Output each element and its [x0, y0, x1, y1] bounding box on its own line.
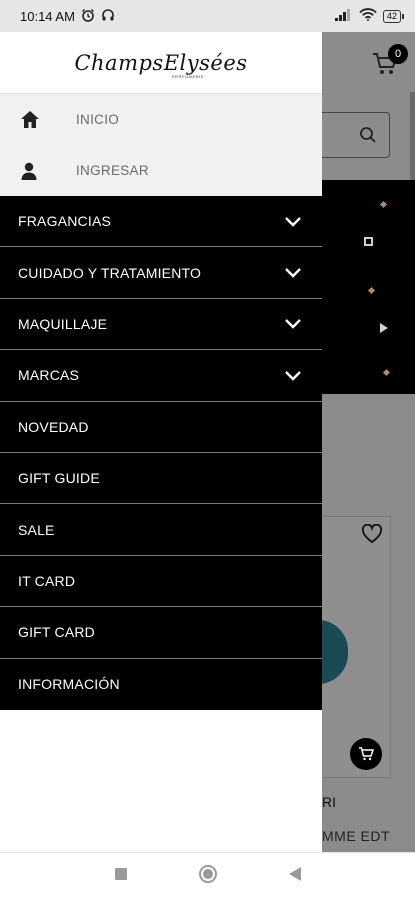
signal-icon [334, 8, 353, 24]
menu-item-label: IT CARD [18, 572, 76, 589]
menu-item-label: NOVEDAD [18, 418, 89, 435]
bg-product-subtitle: MME EDT [322, 828, 391, 844]
menu-item-sale[interactable]: SALE [0, 504, 322, 556]
headset-icon [101, 8, 115, 25]
logo-text: ChampsElysées [74, 50, 248, 75]
accent-dot [379, 200, 388, 209]
search-icon [359, 126, 377, 149]
add-to-cart-button[interactable] [350, 738, 382, 770]
logo-subtitle: PERFUMERIE [172, 74, 205, 79]
chevron-down-icon[interactable] [284, 318, 302, 330]
chevron-down-icon[interactable] [284, 370, 302, 381]
wifi-icon [359, 8, 377, 24]
menu-item-informacion[interactable]: INFORMACIÓN [0, 659, 322, 710]
user-icon [0, 162, 76, 180]
drawer-item-ingresar[interactable]: INGRESAR [0, 145, 322, 196]
square-icon [364, 237, 373, 246]
menu-item-label: GIFT GUIDE [18, 470, 100, 487]
accent-dot [382, 368, 391, 377]
system-nav-bar [0, 852, 415, 900]
menu-item-label: INFORMACIÓN [18, 676, 120, 693]
menu-item-fragancias[interactable]: FRAGANCIAS [0, 196, 322, 248]
menu-item-it-card[interactable]: IT CARD [0, 556, 322, 608]
drawer-item-label: INICIO [76, 112, 120, 127]
recents-icon[interactable] [114, 867, 128, 886]
accent-dot [367, 286, 376, 295]
menu-item-gift-card[interactable]: GIFT CARD [0, 607, 322, 659]
category-menu: FRAGANCIAS CUIDADO Y TRATAMIENTO MAQUILL… [0, 196, 322, 710]
menu-item-label: MAQUILLAJE [18, 315, 108, 332]
bg-product-name: RI [322, 794, 336, 810]
brand-logo[interactable]: ChampsElysées PERFUMERIE [0, 32, 322, 94]
heart-icon[interactable] [361, 523, 383, 549]
menu-item-marcas[interactable]: MARCAS [0, 350, 322, 402]
cart-count-badge: 0 [388, 44, 408, 64]
menu-item-cuidado-y-tratamiento[interactable]: CUIDADO Y TRATAMIENTO [0, 247, 322, 299]
status-time: 10:14 AM [20, 8, 75, 24]
menu-item-label: GIFT CARD [18, 624, 95, 641]
menu-item-label: FRAGANCIAS [18, 213, 112, 230]
status-bar: 10:14 AM 42 [0, 0, 415, 32]
drawer-item-inicio[interactable]: INICIO [0, 94, 322, 145]
navigation-drawer: ChampsElysées PERFUMERIE INICIO INGRESAR… [0, 32, 322, 852]
drawer-top-section: INICIO INGRESAR [0, 94, 322, 196]
menu-item-novedad[interactable]: NOVEDAD [0, 402, 322, 453]
menu-item-maquillaje[interactable]: MAQUILLAJE [0, 299, 322, 351]
menu-item-label: SALE [18, 521, 55, 538]
menu-item-gift-guide[interactable]: GIFT GUIDE [0, 453, 322, 505]
play-icon [380, 320, 388, 338]
chevron-down-icon[interactable] [284, 216, 302, 227]
chevron-down-icon[interactable] [284, 267, 302, 278]
battery-icon: 42 [382, 9, 405, 23]
menu-item-label: CUIDADO Y TRATAMIENTO [18, 264, 202, 281]
home-icon [0, 110, 76, 129]
menu-item-label: MARCAS [18, 367, 80, 384]
back-icon[interactable] [288, 866, 302, 887]
home-button-icon[interactable] [198, 864, 218, 889]
drawer-item-label: INGRESAR [76, 163, 149, 178]
alarm-icon [81, 8, 95, 25]
